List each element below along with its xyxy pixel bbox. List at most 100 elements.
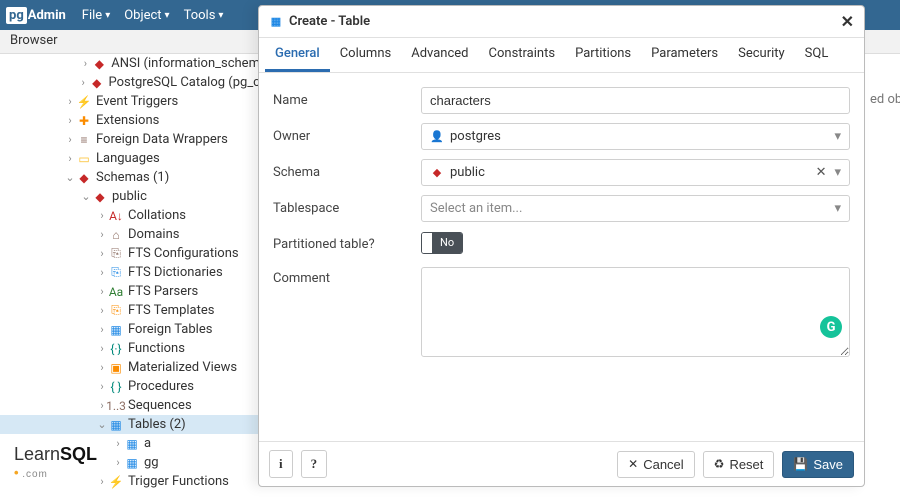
label-name: Name	[273, 93, 421, 108]
expand-caret-icon[interactable]: ›	[112, 456, 124, 469]
tree-node-label: FTS Configurations	[128, 246, 239, 261]
save-icon: 💾	[793, 457, 808, 471]
tree-item[interactable]: ⌄◆Schemas (1)	[0, 168, 260, 187]
expand-caret-icon[interactable]: ›	[96, 304, 108, 317]
expand-caret-icon[interactable]: ›	[79, 57, 91, 70]
tree-node-icon: ◆	[92, 189, 108, 205]
menu-object[interactable]: Object▾	[124, 8, 169, 23]
chevron-down-icon: ▾	[834, 201, 841, 216]
tree-node-label: FTS Dictionaries	[128, 265, 223, 280]
reset-button[interactable]: ♻ Reset	[703, 451, 775, 478]
chevron-down-icon: ▾	[834, 165, 841, 180]
tab-advanced[interactable]: Advanced	[401, 38, 478, 72]
tree-node-icon: ▣	[108, 360, 124, 376]
expand-caret-icon[interactable]: ›	[112, 437, 124, 450]
tree-item[interactable]: ›AaFTS Parsers	[0, 282, 260, 301]
expand-caret-icon[interactable]: ⌄	[96, 418, 108, 431]
tree-node-label: Schemas (1)	[96, 170, 169, 185]
owner-select[interactable]: 👤 postgres ▾	[421, 123, 850, 150]
tab-sql[interactable]: SQL	[795, 38, 839, 72]
tree-node-icon: ⎘	[108, 265, 124, 281]
tree-item[interactable]: ›1..3Sequences	[0, 396, 260, 415]
tree-item[interactable]: ›▭Languages	[0, 149, 260, 168]
tree-item[interactable]: ›{ }Procedures	[0, 377, 260, 396]
table-icon: ▦	[269, 15, 283, 29]
tree-node-label: Functions	[128, 341, 185, 356]
tree-node-icon: ▦	[124, 436, 140, 452]
menu-file[interactable]: File▾	[82, 8, 110, 23]
tab-partitions[interactable]: Partitions	[565, 38, 641, 72]
save-button[interactable]: 💾 Save	[782, 451, 854, 478]
expand-caret-icon[interactable]: ›	[96, 475, 108, 488]
expand-caret-icon[interactable]: ›	[96, 342, 108, 355]
expand-caret-icon[interactable]: ›	[64, 133, 76, 146]
tree-item[interactable]: ›⎘ FTS Dictionaries	[0, 263, 260, 282]
expand-caret-icon[interactable]: ›	[64, 152, 76, 165]
help-button[interactable]: ?	[301, 450, 328, 478]
grammarly-icon[interactable]: G	[820, 316, 842, 338]
comment-input[interactable]	[421, 267, 850, 357]
chevron-down-icon: ▾	[218, 10, 223, 21]
tab-security[interactable]: Security	[728, 38, 795, 72]
expand-caret-icon[interactable]: ›	[77, 76, 89, 89]
tree-node-label: Collations	[128, 208, 186, 223]
expand-caret-icon[interactable]: ›	[64, 95, 76, 108]
tree-item[interactable]: ›{·} Functions	[0, 339, 260, 358]
tab-general[interactable]: General	[265, 38, 330, 72]
tree-item[interactable]: ›⚡Event Triggers	[0, 92, 260, 111]
tree-item[interactable]: ›A↓Collations	[0, 206, 260, 225]
tab-parameters[interactable]: Parameters	[641, 38, 728, 72]
info-button[interactable]: i	[269, 450, 293, 478]
dialog-title: Create - Table	[289, 14, 370, 29]
tree-item[interactable]: ›◆PostgreSQL Catalog (pg_c	[0, 73, 260, 92]
tree-node-icon: ◆	[91, 56, 107, 72]
tree-item[interactable]: ›≡Foreign Data Wrappers	[0, 130, 260, 149]
expand-caret-icon[interactable]: ⌄	[64, 171, 76, 184]
tree-item[interactable]: ›◆ ANSI (information_schem	[0, 54, 260, 73]
label-comment: Comment	[273, 267, 421, 286]
close-icon[interactable]: ✕	[841, 12, 854, 31]
expand-caret-icon[interactable]: ›	[64, 114, 76, 127]
menu-tools[interactable]: Tools▾	[184, 8, 224, 23]
expand-caret-icon[interactable]: ›	[96, 266, 108, 279]
tree-item[interactable]: ›⎘FTS Templates	[0, 301, 260, 320]
tree-item[interactable]: ›▦Foreign Tables	[0, 320, 260, 339]
tree-node-label: gg	[144, 455, 159, 470]
tree-node-label: Sequences	[128, 398, 192, 413]
partitioned-toggle[interactable]: No	[421, 232, 463, 254]
schema-select[interactable]: ◆ public ✕ ▾	[421, 159, 850, 186]
tree-node-icon: { }	[108, 379, 124, 395]
tab-columns[interactable]: Columns	[330, 38, 402, 72]
tree-item[interactable]: ›⌂Domains	[0, 225, 260, 244]
chevron-down-icon: ▾	[834, 129, 841, 144]
tree-node-icon: ▭	[76, 151, 92, 167]
tree-node-icon: {·}	[108, 341, 124, 357]
tree-item[interactable]: ⌄▦Tables (2)	[0, 415, 260, 434]
dialog-footer: i ? ✕ Cancel ♻ Reset 💾 Save	[259, 441, 864, 486]
expand-caret-icon[interactable]: ›	[96, 323, 108, 336]
name-input[interactable]	[421, 87, 850, 114]
expand-caret-icon[interactable]: ›	[96, 209, 108, 222]
clear-icon[interactable]: ✕	[816, 165, 827, 180]
expand-caret-icon[interactable]: ›	[96, 285, 108, 298]
tree-item[interactable]: ⌄◆public	[0, 187, 260, 206]
expand-caret-icon[interactable]: ›	[96, 228, 108, 241]
tablespace-select[interactable]: Select an item... ▾	[421, 195, 850, 222]
dialog-tabs: GeneralColumnsAdvancedConstraintsPartiti…	[259, 38, 864, 73]
expand-caret-icon[interactable]: ›	[96, 247, 108, 260]
object-tree[interactable]: ›◆ANSI (information_schem›◆PostgreSQL Ca…	[0, 54, 260, 500]
tab-constraints[interactable]: Constraints	[479, 38, 566, 72]
expand-caret-icon[interactable]: ›	[96, 361, 108, 374]
app-logo: pgAdmin	[6, 7, 66, 24]
tree-item[interactable]: ›✚Extensions	[0, 111, 260, 130]
cancel-button[interactable]: ✕ Cancel	[617, 451, 695, 478]
tree-node-icon: ✚	[76, 113, 92, 129]
schema-icon: ◆	[430, 165, 444, 179]
tree-item[interactable]: ›▣Materialized Views	[0, 358, 260, 377]
expand-caret-icon[interactable]: ›	[96, 380, 108, 393]
expand-caret-icon[interactable]: ⌄	[80, 190, 92, 203]
tree-node-label: ANSI (information_schem	[111, 56, 260, 71]
label-owner: Owner	[273, 129, 421, 144]
tree-item[interactable]: ›⎘FTS Configurations	[0, 244, 260, 263]
tree-node-label: Tables (2)	[128, 417, 186, 432]
